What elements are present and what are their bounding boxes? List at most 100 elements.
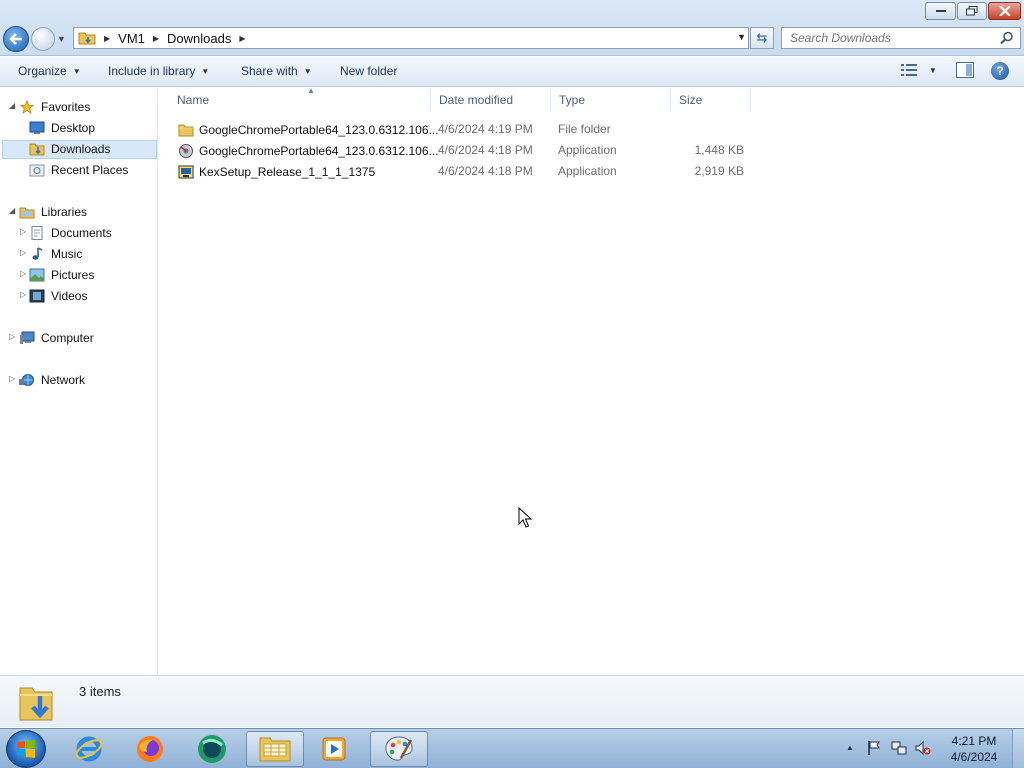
back-arrow-icon — [9, 33, 22, 45]
file-date: 4/6/2024 4:18 PM — [438, 164, 533, 178]
start-button[interactable] — [6, 730, 46, 768]
expand-icon[interactable]: ▷ — [20, 227, 26, 236]
sort-ascending-icon: ▲ — [307, 86, 315, 95]
file-type: Application — [558, 143, 617, 157]
expand-icon[interactable]: ▷ — [20, 248, 26, 257]
nav-favorites[interactable]: Favorites — [19, 97, 90, 117]
file-size: 1,448 KB — [694, 143, 744, 157]
title-bar: ▼ ▶ VM1 ▶ Downloads ▶ ▼ ⇆ — [0, 0, 1024, 56]
taskbar-internet-explorer[interactable] — [60, 731, 118, 767]
expand-icon[interactable]: ▷ — [9, 374, 15, 383]
breadcrumb-separator[interactable]: ▶ — [239, 34, 245, 43]
column-header-name[interactable]: Name ▲ — [169, 86, 431, 112]
breadcrumb-vm1[interactable]: VM1 — [118, 31, 145, 46]
back-button[interactable] — [3, 26, 29, 52]
nav-pictures-label: Pictures — [51, 268, 95, 282]
help-icon: ? — [996, 64, 1004, 78]
music-icon — [32, 247, 43, 260]
nav-downloads-label: Downloads — [51, 142, 111, 156]
change-view-button[interactable]: ▼ — [901, 64, 937, 76]
file-row[interactable]: GoogleChromePortable64_123.0.6312.106...… — [169, 140, 769, 161]
file-list: Name ▲ Date modified Type Size GoogleChr… — [159, 86, 1024, 674]
share-with-button[interactable]: Share with ▼ — [241, 64, 312, 78]
taskbar-paint[interactable] — [370, 731, 428, 767]
nav-documents-label: Documents — [51, 226, 112, 240]
file-name-cell: KexSetup_Release_1_1_1_1375 — [178, 164, 375, 180]
column-header-size[interactable]: Size — [671, 88, 751, 112]
action-center-flag-icon[interactable] — [866, 740, 882, 756]
taskbar-app-green[interactable] — [183, 731, 241, 767]
show-desktop-button[interactable] — [1012, 729, 1024, 768]
windows-logo-icon — [17, 740, 35, 758]
file-type: File folder — [558, 122, 611, 136]
search-input[interactable] — [790, 31, 1000, 45]
search-box[interactable] — [781, 27, 1021, 49]
nav-desktop[interactable]: Desktop — [29, 118, 95, 138]
item-count: 3 items — [79, 684, 121, 699]
breadcrumb-separator[interactable]: ▶ — [153, 34, 159, 43]
file-name: KexSetup_Release_1_1_1_1375 — [199, 165, 376, 179]
chevron-down-icon: ▼ — [303, 66, 312, 76]
expand-icon[interactable]: ▷ — [20, 269, 26, 278]
volume-muted-icon[interactable] — [915, 740, 931, 756]
show-hidden-icons-button[interactable]: ▲ — [846, 743, 854, 752]
nav-documents[interactable]: Documents — [29, 223, 112, 243]
expand-icon[interactable]: ▷ — [20, 290, 26, 299]
nav-computer-label: Computer — [41, 331, 94, 345]
nav-videos[interactable]: Videos — [29, 286, 87, 306]
address-history-dropdown[interactable]: ▼ — [737, 32, 746, 42]
include-in-library-button[interactable]: Include in library ▼ — [108, 64, 209, 78]
nav-libraries[interactable]: Libraries — [19, 202, 87, 222]
file-row[interactable]: GoogleChromePortable64_123.0.6312.106...… — [169, 119, 769, 140]
taskbar-firefox[interactable] — [121, 731, 179, 767]
minimize-button[interactable] — [925, 2, 956, 20]
system-clock[interactable]: 4:21 PM 4/6/2024 — [944, 733, 1004, 765]
nav-pictures[interactable]: Pictures — [29, 265, 94, 285]
nav-network[interactable]: Network — [19, 370, 85, 390]
taskbar-media-player[interactable] — [306, 731, 364, 767]
nav-recent-places[interactable]: Recent Places — [29, 160, 128, 180]
address-bar[interactable]: ▶ VM1 ▶ Downloads ▶ ▼ — [73, 27, 749, 49]
restore-icon — [966, 6, 978, 16]
forward-button[interactable] — [31, 27, 55, 51]
file-row[interactable]: KexSetup_Release_1_1_1_1375 4/6/2024 4:1… — [169, 161, 769, 182]
preview-pane-button[interactable] — [956, 62, 974, 78]
firefox-icon — [137, 736, 163, 762]
collapse-icon[interactable]: ◢ — [9, 101, 15, 110]
command-bar: Organize ▼ Include in library ▼ Share with… — [0, 57, 1024, 87]
expand-icon[interactable]: ▷ — [9, 332, 15, 341]
column-header-type[interactable]: Type — [551, 88, 671, 112]
nav-computer[interactable]: Computer — [19, 328, 94, 348]
taskbar-windows-explorer[interactable] — [246, 731, 304, 767]
column-header-date-modified[interactable]: Date modified — [431, 88, 551, 112]
breadcrumb-separator[interactable]: ▶ — [104, 34, 110, 43]
desktop-icon — [29, 121, 45, 134]
new-folder-button[interactable]: New folder — [340, 64, 397, 78]
file-type: Application — [558, 164, 617, 178]
column-date-label: Date modified — [439, 93, 514, 107]
taskbar: ▲ 4:21 PM 4/6/2024 — [0, 728, 1024, 768]
include-in-library-label: Include in library — [108, 64, 196, 78]
computer-icon — [20, 331, 35, 344]
organize-button[interactable]: Organize ▼ — [18, 64, 81, 78]
pictures-icon — [29, 268, 45, 282]
file-size: 2,919 KB — [694, 164, 744, 178]
file-name-cell: GoogleChromePortable64_123.0.6312.106... — [178, 122, 439, 138]
chevron-down-icon: ▼ — [201, 66, 210, 76]
nav-downloads[interactable]: Downloads — [29, 139, 110, 159]
collapse-icon[interactable]: ◢ — [9, 206, 15, 215]
column-size-label: Size — [679, 93, 703, 107]
column-name-label: Name — [177, 93, 210, 107]
network-status-icon[interactable] — [891, 740, 907, 756]
nav-network-label: Network — [41, 373, 86, 387]
recent-pages-dropdown[interactable]: ▼ — [57, 34, 66, 44]
clock-date: 4/6/2024 — [950, 750, 998, 764]
nav-music[interactable]: Music — [29, 244, 82, 264]
restore-button[interactable] — [957, 2, 987, 20]
search-icon[interactable] — [1000, 31, 1014, 45]
close-button[interactable] — [988, 2, 1021, 20]
chevron-down-icon[interactable]: ▼ — [929, 66, 937, 75]
help-button[interactable]: ? — [991, 62, 1009, 80]
breadcrumb-downloads[interactable]: Downloads — [167, 31, 231, 46]
refresh-button[interactable]: ⇆ — [750, 27, 774, 49]
